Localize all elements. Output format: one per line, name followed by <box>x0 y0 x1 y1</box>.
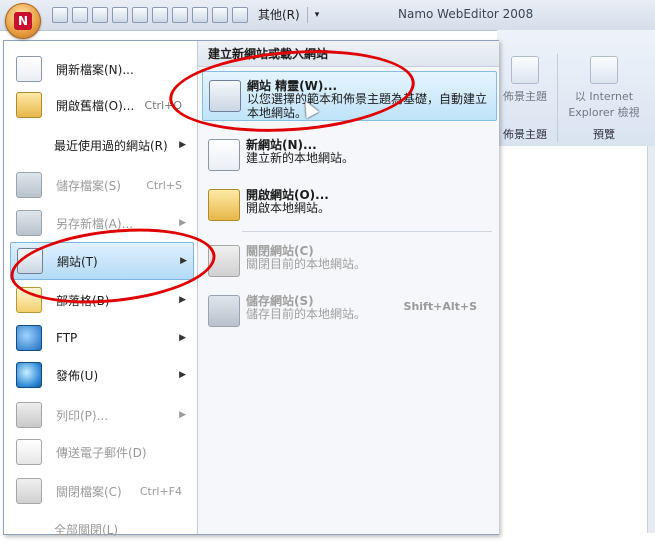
menu-item-10[interactable]: 傳送電子郵件(D) <box>10 434 192 470</box>
close-site-icon <box>208 245 240 277</box>
submenu-item-2[interactable]: 開啟網站(O)... 開啟本地網站。 <box>202 181 495 229</box>
title-bar: N 其他(R) ▾ Namo WebEditor 2008 <box>0 0 655 39</box>
theme-icon <box>511 56 539 84</box>
namo-logo-icon: N <box>14 12 32 30</box>
paste-icon[interactable] <box>172 6 188 23</box>
menu-item-1[interactable]: 開啟舊檔(O)... Ctrl+O <box>10 87 192 123</box>
cut-icon[interactable] <box>132 6 148 23</box>
menu-item-label: 部落格(B) <box>56 293 110 308</box>
submenu-header: 建立新網站或載入網站 <box>198 41 499 67</box>
submenu-arrow-icon: ▶ <box>179 410 186 420</box>
submenu-arrow-icon: ▶ <box>179 370 186 380</box>
submenu-arrow-icon: ▶ <box>179 140 186 150</box>
qat-separator <box>306 6 308 23</box>
save-disk-icon <box>16 172 42 198</box>
bg-theme-group-label: 佈景主題 <box>503 128 547 141</box>
quick-access-toolbar: 其他(R) ▾ <box>52 6 319 23</box>
menu-item-label: 開啟舊檔(O)... <box>56 98 135 113</box>
undo-icon[interactable] <box>232 6 248 23</box>
menu-item-label: 儲存檔案(S) <box>56 178 121 193</box>
mail-icon <box>16 439 42 465</box>
qat-other-menu[interactable]: 其他(R) <box>258 6 300 23</box>
menu-item-2[interactable]: 最近使用過的網站(R) ▶ <box>10 127 192 163</box>
submenu-item-4[interactable]: 儲存網站(S) 儲存目前的本地網站。 Shift+Alt+S <box>202 287 495 335</box>
menu-item-label: 全部關閉(L) <box>54 522 119 537</box>
submenu-item-desc: 關閉目前的本地網站。 <box>246 257 367 271</box>
save-icon[interactable] <box>52 6 68 23</box>
customize-qat-icon[interactable]: ▾ <box>315 10 320 20</box>
menu-item-label: 最近使用過的網站(R) <box>54 138 168 153</box>
menu-left-pane: 開新檔案(N)... 開啟舊檔(O)... Ctrl+O 最近使用過的網站(R) ▶ 儲存… <box>4 41 196 537</box>
submenu-item-1[interactable]: 新網站(N)... 建立新的本地網站。 <box>202 131 495 179</box>
globe-icon <box>16 362 42 388</box>
menu-item-shortcut: Ctrl+S <box>146 178 182 192</box>
menu-item-label: 列印(P)... <box>56 408 109 423</box>
menu-item-9[interactable]: 列印(P)... ▶ <box>10 397 192 433</box>
menu-item-4[interactable]: 另存新檔(A)... ▶ <box>10 205 192 241</box>
menu-item-11[interactable]: 關閉檔案(C) Ctrl+F4 <box>10 473 192 509</box>
edit-icon[interactable] <box>212 6 228 23</box>
office-button[interactable]: N <box>5 3 41 39</box>
ie-preview-button[interactable]: 以 Internet Explorer 檢視 <box>561 56 647 120</box>
menu-item-5[interactable]: 網站(T) ▶ <box>10 242 194 280</box>
site-wizard-icon <box>209 80 241 112</box>
clipboard-icon[interactable] <box>192 6 208 23</box>
website-icon <box>17 248 43 274</box>
open-folder-icon <box>16 92 42 118</box>
menu-item-label: 關閉檔案(C) <box>56 484 122 499</box>
menu-item-label: 傳送電子郵件(D) <box>56 445 147 460</box>
close-file-icon <box>16 478 42 504</box>
ie-icon <box>590 56 618 84</box>
menu-item-8[interactable]: 發佈(U) ▶ <box>10 357 192 393</box>
ribbon-divider <box>557 54 558 142</box>
menu-item-label: 發佈(U) <box>56 368 99 383</box>
ie-preview-label: 以 Internet Explorer 檢視 <box>568 90 640 119</box>
new-site-icon <box>208 139 240 171</box>
submenu-item-0[interactable]: 網站 精靈(W)... 以您選擇的範本和佈景主題為基礎，自動建立本地網站。 <box>202 71 497 121</box>
back-icon[interactable] <box>92 6 108 23</box>
save-site-icon <box>208 295 240 327</box>
menu-item-shortcut: Ctrl+F4 <box>139 484 182 498</box>
submenu-item-desc: 開啟本地網站。 <box>246 201 331 215</box>
blank-icon <box>16 133 40 157</box>
new-file-icon <box>16 56 42 82</box>
menu-item-label: FTP <box>56 331 78 345</box>
menu-item-12[interactable]: 全部關閉(L) <box>10 511 192 547</box>
preview-group-label: 預覽 <box>593 128 615 141</box>
blog-icon <box>16 287 42 313</box>
menu-item-shortcut: Ctrl+O <box>144 98 182 112</box>
menu-right-pane: 建立新網站或載入網站 網站 精靈(W)... 以您選擇的範本和佈景主題為基礎，自動… <box>197 41 499 534</box>
ftp-icon <box>16 325 42 351</box>
submenu-item-3[interactable]: 關閉網站(C) 關閉目前的本地網站。 <box>202 237 495 285</box>
submenu-separator <box>242 231 492 232</box>
menu-item-0[interactable]: 開新檔案(N)... <box>10 51 192 87</box>
scrollbar[interactable] <box>647 146 655 533</box>
submenu-arrow-icon: ▶ <box>179 295 186 305</box>
blank-icon <box>16 517 40 541</box>
menu-item-7[interactable]: FTP ▶ <box>10 320 192 356</box>
menu-item-label: 另存新檔(A)... <box>56 216 134 231</box>
submenu-arrow-icon: ▶ <box>179 333 186 343</box>
menu-item-3[interactable]: 儲存檔案(S) Ctrl+S <box>10 167 192 203</box>
submenu-item-desc: 建立新的本地網站。 <box>246 151 355 165</box>
office-menu: 開新檔案(N)... 開啟舊檔(O)... Ctrl+O 最近使用過的網站(R) ▶ 儲存… <box>3 40 499 537</box>
submenu-item-desc: 以您選擇的範本和佈景主題為基礎，自動建立本地網站。 <box>247 92 488 120</box>
bg-theme-label: 佈景主題 <box>503 90 547 103</box>
printer-icon <box>16 402 42 428</box>
forward-icon[interactable] <box>112 6 128 23</box>
open-site-icon <box>208 189 240 221</box>
copy-icon[interactable] <box>152 6 168 23</box>
editor-area <box>497 146 655 533</box>
refresh-icon[interactable] <box>72 6 88 23</box>
menu-item-label: 網站(T) <box>57 254 98 269</box>
submenu-arrow-icon: ▶ <box>179 218 186 228</box>
ribbon: 佈景主題 佈景主題 以 Internet Explorer 檢視 預覽 <box>497 30 655 147</box>
menu-item-label: 開新檔案(N)... <box>56 62 134 77</box>
menu-item-6[interactable]: 部落格(B) ▶ <box>10 282 192 318</box>
app-title: Namo WebEditor 2008 <box>398 7 534 21</box>
submenu-item-shortcut: Shift+Alt+S <box>403 300 477 313</box>
bg-theme-button[interactable]: 佈景主題 <box>503 56 547 104</box>
submenu-arrow-icon: ▶ <box>180 256 187 266</box>
save-as-icon <box>16 210 42 236</box>
